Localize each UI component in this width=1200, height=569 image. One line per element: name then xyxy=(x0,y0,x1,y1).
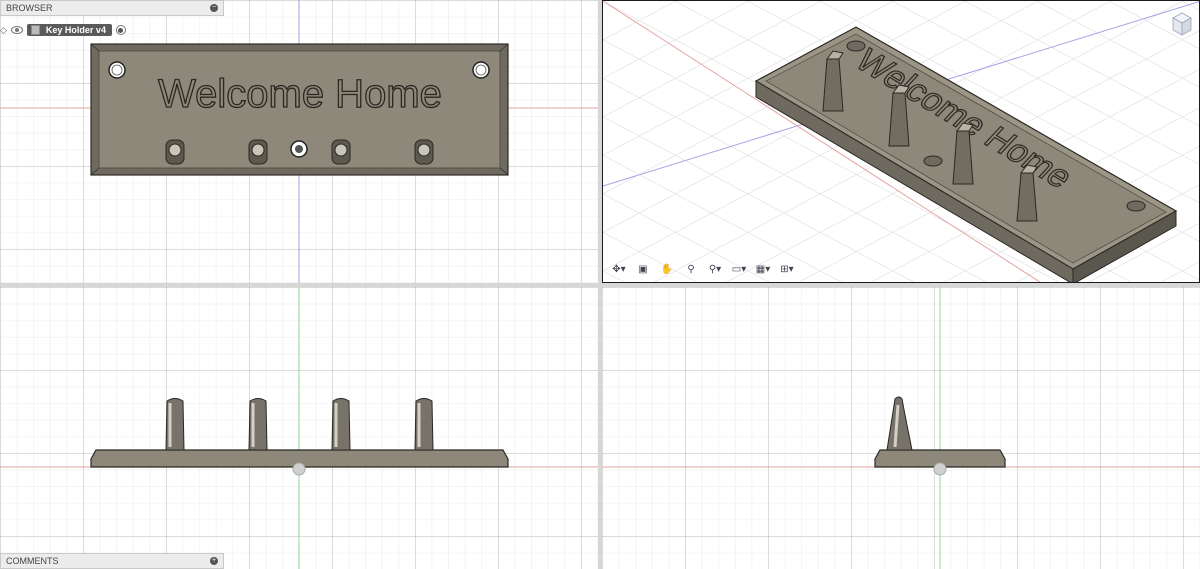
peg-front-3 xyxy=(331,139,351,165)
browser-panel-header[interactable]: BROWSER − xyxy=(0,0,224,16)
peg-front-2 xyxy=(248,139,268,165)
component-label: Key Holder v4 xyxy=(45,25,106,35)
peg-front-4 xyxy=(414,139,434,165)
navigation-toolbar: ✥▾ ▣ ✋ ⚲ ⚲▾ ▭▾ ▦▾ ⊞▾ xyxy=(609,262,797,276)
viewcube-icon[interactable] xyxy=(1171,11,1193,37)
look-at-icon[interactable]: ▣ xyxy=(633,262,653,276)
radio-icon[interactable] xyxy=(115,25,126,35)
minus-circle-icon[interactable]: − xyxy=(210,4,218,12)
front-view-canvas: Welcome Home xyxy=(0,0,598,283)
browser-component-row[interactable]: ◇ Key Holder v4 xyxy=(0,22,126,38)
end-view-canvas xyxy=(602,287,1200,569)
peg-side-3 xyxy=(331,398,351,451)
component-icon xyxy=(30,25,40,35)
viewport-divider-horizontal[interactable] xyxy=(0,283,1200,287)
peg-side-2 xyxy=(248,398,268,451)
zoom-window-icon[interactable]: ⚲▾ xyxy=(705,262,725,276)
peg-end xyxy=(886,396,913,451)
chevron-right-icon[interactable]: ◇ xyxy=(0,25,7,36)
zoom-icon[interactable]: ⚲ xyxy=(681,262,701,276)
side-view-canvas xyxy=(0,287,598,569)
iso-view-canvas: Welcome Home xyxy=(603,1,1199,282)
plus-circle-icon[interactable]: + xyxy=(210,557,218,565)
pan-icon[interactable]: ✋ xyxy=(657,262,677,276)
eye-icon[interactable] xyxy=(10,26,23,34)
iso-viewport[interactable]: Welcome Home ✥▾ ▣ ✋ ⚲ ⚲▾ ▭▾ ▦▾ ⊞▾ xyxy=(602,0,1200,283)
orbit-icon[interactable]: ✥▾ xyxy=(609,262,629,276)
origin-marker xyxy=(292,462,306,476)
peg-side-4 xyxy=(414,398,434,451)
peg-front-1 xyxy=(165,139,185,165)
display-settings-icon[interactable]: ▭▾ xyxy=(729,262,749,276)
side-viewport[interactable]: COMMENTS + xyxy=(0,287,598,569)
component-chip[interactable]: Key Holder v4 xyxy=(26,24,112,36)
viewports-icon[interactable]: ⊞▾ xyxy=(777,262,797,276)
front-viewport[interactable]: Welcome Home BROWSER − ◇ Key Holder v4 xyxy=(0,0,598,283)
peg-side-1 xyxy=(165,398,185,451)
engraved-text-front: Welcome Home xyxy=(158,72,442,116)
comments-title: COMMENTS xyxy=(6,556,59,566)
end-viewport[interactable] xyxy=(602,287,1200,569)
browser-title: BROWSER xyxy=(6,3,53,13)
comments-panel-header[interactable]: COMMENTS + xyxy=(0,553,224,569)
grid-settings-icon[interactable]: ▦▾ xyxy=(753,262,773,276)
